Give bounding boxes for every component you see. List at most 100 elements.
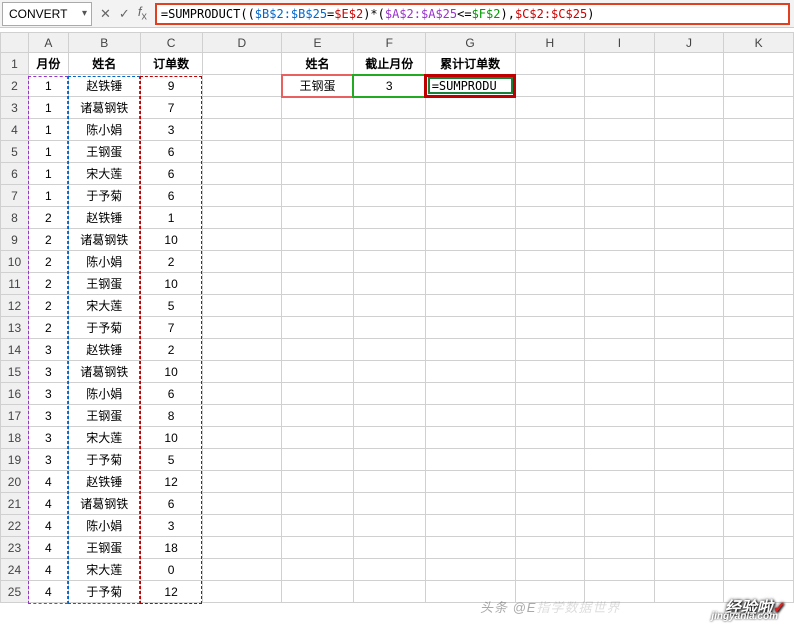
cell-F5[interactable] — [353, 141, 425, 163]
cell-I12[interactable] — [585, 295, 655, 317]
cell-H12[interactable] — [515, 295, 585, 317]
cell-F12[interactable] — [353, 295, 425, 317]
cell-J11[interactable] — [654, 273, 724, 295]
cell-I21[interactable] — [585, 493, 655, 515]
cell-I5[interactable] — [585, 141, 655, 163]
cell-H10[interactable] — [515, 251, 585, 273]
cell-D22[interactable] — [202, 515, 282, 537]
cell-C19[interactable]: 5 — [140, 449, 202, 471]
cell-H11[interactable] — [515, 273, 585, 295]
cell-B19[interactable]: 于予菊 — [68, 449, 140, 471]
cell-C14[interactable]: 2 — [140, 339, 202, 361]
cell-I1[interactable] — [585, 53, 655, 75]
cell-F8[interactable] — [353, 207, 425, 229]
cell-K24[interactable] — [724, 559, 794, 581]
cell-A21[interactable]: 4 — [28, 493, 68, 515]
cell-D20[interactable] — [202, 471, 282, 493]
cell-A5[interactable]: 1 — [28, 141, 68, 163]
cell-C21[interactable]: 6 — [140, 493, 202, 515]
cell-K21[interactable] — [724, 493, 794, 515]
cell-E1[interactable]: 姓名 — [282, 53, 354, 75]
cell-H15[interactable] — [515, 361, 585, 383]
cell-J4[interactable] — [654, 119, 724, 141]
row-head-12[interactable]: 12 — [1, 295, 29, 317]
cell-A4[interactable]: 1 — [28, 119, 68, 141]
cell-J5[interactable] — [654, 141, 724, 163]
cell-B12[interactable]: 宋大莲 — [68, 295, 140, 317]
cell-H23[interactable] — [515, 537, 585, 559]
col-head-I[interactable]: I — [585, 33, 655, 53]
cell-A2[interactable]: 1 — [28, 75, 68, 97]
cell-D17[interactable] — [202, 405, 282, 427]
row-head-22[interactable]: 22 — [1, 515, 29, 537]
cell-K19[interactable] — [724, 449, 794, 471]
cell-A25[interactable]: 4 — [28, 581, 68, 603]
cell-H9[interactable] — [515, 229, 585, 251]
cell-D15[interactable] — [202, 361, 282, 383]
cell-G1[interactable]: 累计订单数 — [425, 53, 515, 75]
cell-E22[interactable] — [282, 515, 354, 537]
cell-I19[interactable] — [585, 449, 655, 471]
cell-D21[interactable] — [202, 493, 282, 515]
cell-B15[interactable]: 诸葛钢铁 — [68, 361, 140, 383]
cell-G6[interactable] — [425, 163, 515, 185]
cell-K17[interactable] — [724, 405, 794, 427]
cell-F22[interactable] — [353, 515, 425, 537]
cell-I20[interactable] — [585, 471, 655, 493]
cell-I10[interactable] — [585, 251, 655, 273]
row-head-4[interactable]: 4 — [1, 119, 29, 141]
cell-H6[interactable] — [515, 163, 585, 185]
cell-G2[interactable]: =SUMPRODU — [425, 75, 515, 97]
cell-C1[interactable]: 订单数 — [140, 53, 202, 75]
cell-F1[interactable]: 截止月份 — [353, 53, 425, 75]
cell-G22[interactable] — [425, 515, 515, 537]
cell-I3[interactable] — [585, 97, 655, 119]
row-head-5[interactable]: 5 — [1, 141, 29, 163]
cell-B8[interactable]: 赵铁锤 — [68, 207, 140, 229]
row-head-2[interactable]: 2 — [1, 75, 29, 97]
cell-J8[interactable] — [654, 207, 724, 229]
cell-F6[interactable] — [353, 163, 425, 185]
cell-J22[interactable] — [654, 515, 724, 537]
cell-B23[interactable]: 王钢蛋 — [68, 537, 140, 559]
cell-D13[interactable] — [202, 317, 282, 339]
cell-K15[interactable] — [724, 361, 794, 383]
cell-D23[interactable] — [202, 537, 282, 559]
cell-A19[interactable]: 3 — [28, 449, 68, 471]
cell-B13[interactable]: 于予菊 — [68, 317, 140, 339]
cell-A14[interactable]: 3 — [28, 339, 68, 361]
cell-D16[interactable] — [202, 383, 282, 405]
cell-G21[interactable] — [425, 493, 515, 515]
cell-D9[interactable] — [202, 229, 282, 251]
cell-B24[interactable]: 宋大莲 — [68, 559, 140, 581]
cell-B21[interactable]: 诸葛钢铁 — [68, 493, 140, 515]
cell-J25[interactable] — [654, 581, 724, 603]
cell-A22[interactable]: 4 — [28, 515, 68, 537]
cell-J16[interactable] — [654, 383, 724, 405]
cell-B5[interactable]: 王钢蛋 — [68, 141, 140, 163]
cell-C23[interactable]: 18 — [140, 537, 202, 559]
confirm-icon[interactable]: ✓ — [119, 6, 130, 22]
cell-F25[interactable] — [353, 581, 425, 603]
cell-J24[interactable] — [654, 559, 724, 581]
cell-C10[interactable]: 2 — [140, 251, 202, 273]
row-head-14[interactable]: 14 — [1, 339, 29, 361]
cell-A11[interactable]: 2 — [28, 273, 68, 295]
cell-I7[interactable] — [585, 185, 655, 207]
cell-B20[interactable]: 赵铁锤 — [68, 471, 140, 493]
cell-B25[interactable]: 于予菊 — [68, 581, 140, 603]
cell-H19[interactable] — [515, 449, 585, 471]
cell-H13[interactable] — [515, 317, 585, 339]
cell-D3[interactable] — [202, 97, 282, 119]
cell-H24[interactable] — [515, 559, 585, 581]
cell-F14[interactable] — [353, 339, 425, 361]
cell-H5[interactable] — [515, 141, 585, 163]
cell-A13[interactable]: 2 — [28, 317, 68, 339]
cell-A8[interactable]: 2 — [28, 207, 68, 229]
cell-F3[interactable] — [353, 97, 425, 119]
name-box[interactable]: CONVERT ▾ — [2, 2, 92, 26]
cell-F18[interactable] — [353, 427, 425, 449]
cell-I2[interactable] — [585, 75, 655, 97]
cell-E16[interactable] — [282, 383, 354, 405]
cell-F15[interactable] — [353, 361, 425, 383]
